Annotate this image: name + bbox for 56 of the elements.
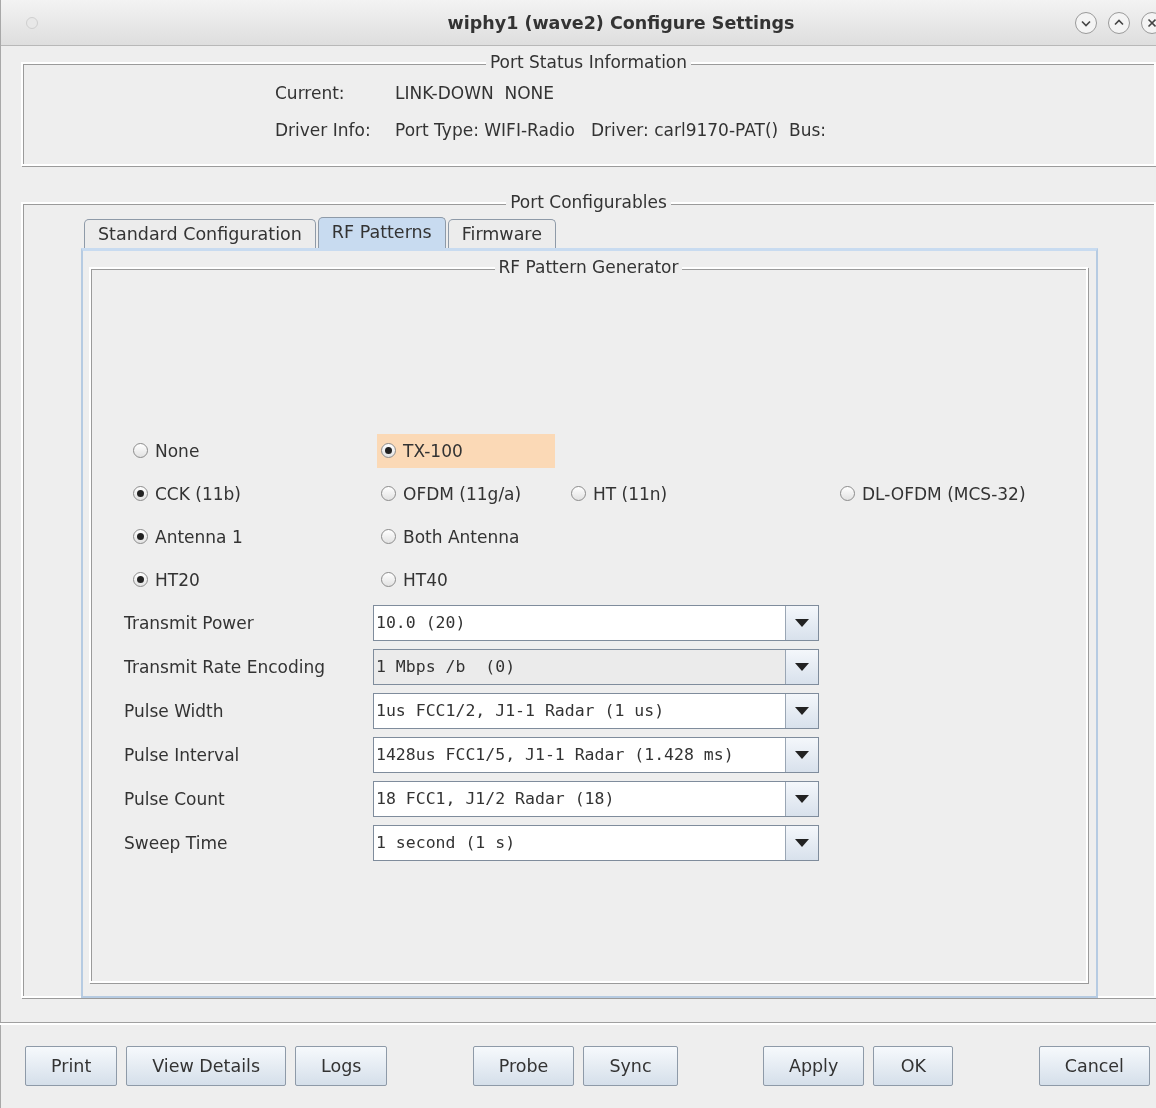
radio-option[interactable]: HT20: [129, 562, 206, 597]
dropdown[interactable]: 1428us FCC1/5, J1-1 Radar (1.428 ms): [373, 737, 819, 773]
radio-button[interactable]: [381, 529, 396, 544]
dialog-button[interactable]: Apply: [762, 1045, 865, 1086]
info-value: LINK-DOWN NONE: [395, 82, 555, 103]
radio-option[interactable]: HT40: [377, 562, 454, 597]
info-value: Port Type: WIFI-Radio Driver: carl9170-PAT() Bus:: [395, 119, 826, 140]
caret-icon: [795, 839, 809, 847]
radio-button[interactable]: [133, 486, 148, 501]
radio-button[interactable]: [840, 486, 855, 501]
field-label: Pulse Count: [124, 789, 226, 809]
field-label: Transmit Power: [124, 613, 255, 633]
field-label: Sweep Time: [124, 833, 229, 853]
caret-icon: [795, 707, 809, 715]
radio-option[interactable]: None: [129, 433, 206, 468]
info-label: Current:: [275, 82, 346, 103]
radio-button[interactable]: [381, 486, 396, 501]
dialog-button[interactable]: View Details: [126, 1045, 287, 1086]
radio-option[interactable]: DL-OFDM (MCS-32): [836, 476, 1032, 511]
tab[interactable]: RF Patterns: [317, 217, 446, 248]
dropdown[interactable]: 1us FCC1/2, J1-1 Radar (1 us): [373, 693, 819, 729]
maximize-icon[interactable]: [1107, 10, 1131, 35]
radio-option[interactable]: Antenna 1: [129, 519, 249, 554]
radio-option[interactable]: TX-100: [377, 433, 555, 468]
window-title: wiphy1 (wave2) Configure Settings: [446, 12, 796, 33]
dialog-button[interactable]: Logs: [295, 1045, 388, 1086]
radio-option[interactable]: Both Antenna: [377, 519, 526, 554]
radio-option[interactable]: OFDM (11g/a): [377, 476, 528, 511]
dropdown[interactable]: 1 second (1 s): [373, 825, 819, 861]
dropdown[interactable]: 1 Mbps /b (0): [373, 649, 819, 685]
dialog-button[interactable]: Print: [25, 1045, 118, 1086]
field-label: Transmit Rate Encoding: [124, 657, 326, 677]
radio-button[interactable]: [133, 443, 148, 458]
caret-icon: [795, 663, 809, 671]
dialog-button[interactable]: Cancel: [1038, 1045, 1150, 1086]
radio-option[interactable]: HT (11n): [567, 476, 674, 511]
field-label: Pulse Width: [124, 701, 225, 721]
radio-button[interactable]: [133, 529, 148, 544]
radio-button[interactable]: [381, 443, 396, 458]
caret-icon: [795, 751, 809, 759]
dropdown[interactable]: 18 FCC1, J1/2 Radar (18): [373, 781, 819, 817]
dropdown[interactable]: 10.0 (20): [373, 605, 819, 641]
radio-option[interactable]: CCK (11b): [129, 476, 247, 511]
caret-icon: [795, 795, 809, 803]
radio-button[interactable]: [571, 486, 586, 501]
info-label: Driver Info:: [275, 119, 372, 140]
dialog-button[interactable]: Probe: [472, 1045, 575, 1086]
tab[interactable]: Firmware: [447, 219, 556, 248]
dialog-button[interactable]: Sync: [583, 1045, 678, 1086]
dialog-button[interactable]: OK: [873, 1045, 954, 1086]
radio-button[interactable]: [133, 572, 148, 587]
radio-button[interactable]: [381, 572, 396, 587]
tab[interactable]: Standard Configuration: [84, 219, 316, 248]
field-label: Pulse Interval: [124, 745, 241, 765]
caret-icon: [795, 619, 809, 627]
minimize-icon[interactable]: [1074, 10, 1098, 35]
